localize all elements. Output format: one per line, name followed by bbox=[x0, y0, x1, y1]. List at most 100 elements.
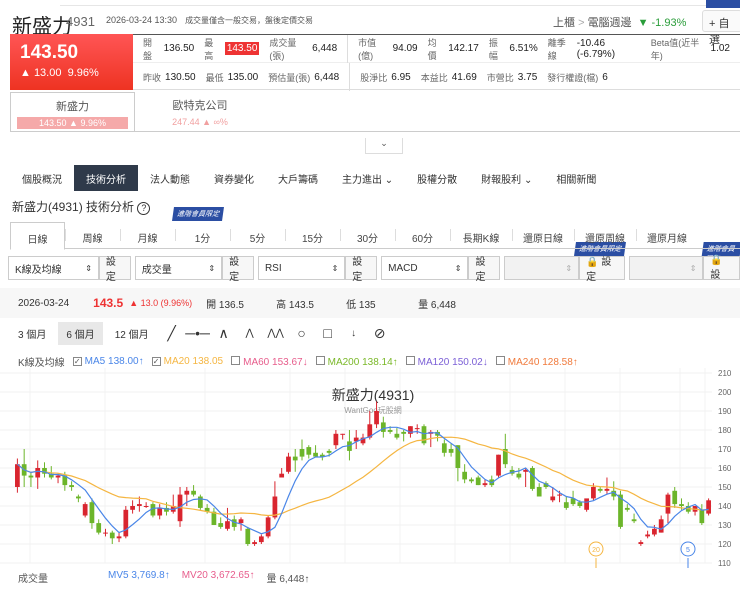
industry-link[interactable]: 電腦週邊 bbox=[588, 17, 632, 29]
trendline-tool-icon[interactable]: ╱ bbox=[161, 323, 183, 343]
collapse-button[interactable]: ⌄ bbox=[365, 138, 403, 154]
period-tab[interactable]: 長期K線 bbox=[450, 222, 512, 248]
timestamp: 2026-03-24 13:30 成交量僅含一般交易，盤後定價交易 bbox=[106, 15, 313, 26]
checkbox[interactable] bbox=[405, 355, 415, 365]
ma-toggle[interactable]: MA120 150.02↓ bbox=[405, 355, 488, 368]
nav-tab[interactable]: 法人動態 bbox=[138, 165, 202, 191]
candle-body bbox=[35, 468, 41, 478]
rectangle-tool-icon[interactable]: □ bbox=[317, 323, 339, 343]
indicator-select[interactable]: 成交量 ⇕ bbox=[134, 256, 223, 280]
period-tab[interactable]: 5分 bbox=[230, 222, 285, 248]
stat-label: 振幅 bbox=[488, 37, 498, 61]
compare-card-peer[interactable]: 歐特克公司 247.44 ▲ ∞% bbox=[135, 92, 265, 132]
nav-tab[interactable]: 主力進出 ⌄ bbox=[330, 165, 405, 191]
nav-tab[interactable]: 相關新聞 bbox=[544, 165, 608, 191]
candle-body bbox=[333, 433, 339, 446]
ma-value: MA5 138.00↑ bbox=[84, 356, 144, 367]
angle-tool-icon[interactable]: ∧ bbox=[213, 323, 235, 343]
period-tab[interactable]: 還原日線 bbox=[512, 222, 574, 248]
candle-body bbox=[557, 494, 562, 496]
settings-button[interactable]: 🔒 設 bbox=[703, 255, 740, 281]
stat-value: 6.95 bbox=[391, 71, 411, 83]
stock-code: 4931 bbox=[66, 14, 95, 29]
candle-body bbox=[380, 422, 386, 432]
add-watchlist-button[interactable]: + 自選 bbox=[702, 10, 740, 46]
period-tab[interactable]: 30分 bbox=[340, 222, 395, 248]
horizontal-line-tool-icon[interactable]: ─•─ bbox=[185, 323, 210, 343]
ma-toggle[interactable]: ✓ MA5 138.00↑ bbox=[72, 356, 144, 367]
y-tick-label: 120 bbox=[718, 540, 732, 549]
stat-label: 股淨比 bbox=[360, 72, 388, 83]
stat-label: 預估量(張) bbox=[268, 72, 311, 83]
login-badge[interactable] bbox=[706, 0, 740, 8]
select-arrow-icon: ⇕ bbox=[331, 263, 339, 273]
nav-tab[interactable]: 大戶籌碼 bbox=[266, 165, 330, 191]
nav-tab[interactable]: 技術分析 bbox=[74, 165, 138, 191]
y-tick-label: 190 bbox=[718, 407, 732, 416]
abcd-pattern-tool-icon[interactable]: ⋀⋀ bbox=[265, 323, 287, 343]
checkbox[interactable]: ✓ bbox=[151, 357, 161, 366]
settings-button[interactable]: 設定 bbox=[98, 256, 131, 283]
candlestick-chart[interactable]: 110 120 130 140 150 160 170 180 190 200 210 新盛力(493… bbox=[0, 368, 740, 568]
period-tab[interactable]: 日線 bbox=[10, 222, 65, 250]
compare-card-self[interactable]: 新盛力 143.50 ▲ 9.96% bbox=[10, 92, 135, 132]
settings-button[interactable]: 🔒 設定 bbox=[579, 256, 625, 283]
indicator-selects: K線及均線 ⇕ 設定 成交量 ⇕ 設定 RSI ⇕ 設定 MACD ⇕ 設定 ⇕ 🔒 設定 ⇕ 🔒 設 bbox=[8, 255, 740, 283]
select-value: MACD bbox=[388, 262, 418, 274]
period-tab[interactable]: 月線 bbox=[120, 222, 175, 248]
nav-tab[interactable]: 資券變化 bbox=[202, 165, 266, 191]
period-tab[interactable]: 還原周線 bbox=[574, 222, 636, 248]
checkbox[interactable] bbox=[495, 355, 505, 365]
period-tab[interactable]: 1分 bbox=[175, 222, 230, 248]
candle-body bbox=[191, 490, 196, 495]
checkbox[interactable] bbox=[231, 355, 241, 365]
circle-tool-icon[interactable]: ○ bbox=[291, 323, 313, 343]
indicator-select[interactable]: RSI ⇕ bbox=[257, 256, 346, 280]
candle-body bbox=[482, 483, 488, 486]
indicator-select[interactable]: ⇕ bbox=[504, 256, 580, 280]
candle-body bbox=[441, 443, 447, 453]
ma-toggle[interactable]: MA240 128.58↑ bbox=[495, 355, 578, 368]
candle-body bbox=[340, 433, 346, 435]
candle-body bbox=[645, 534, 650, 537]
range-6m[interactable]: 6 個月 bbox=[58, 321, 103, 345]
range-3m[interactable]: 3 個月 bbox=[10, 322, 54, 345]
ma-toggle[interactable]: ✓ MA20 138.05 bbox=[151, 356, 223, 367]
settings-button[interactable]: 設定 bbox=[468, 256, 501, 283]
volume-legend: 成交量 MV5 3,769.8↑ MV20 3,672.65↑ 量 6,448↑ bbox=[18, 570, 309, 585]
settings-button[interactable]: 設定 bbox=[222, 256, 254, 283]
candle-body bbox=[279, 473, 285, 478]
period-tab[interactable]: 周線 bbox=[65, 222, 120, 248]
ma-value: MA240 128.58↑ bbox=[507, 356, 578, 368]
period-tab[interactable]: 15分 bbox=[285, 222, 340, 248]
settings-button[interactable]: 設定 bbox=[345, 256, 378, 283]
nav-tab[interactable]: 個股概況 bbox=[10, 165, 74, 191]
indicator-select[interactable]: ⇕ bbox=[628, 256, 704, 280]
info-high: 高 143.5 bbox=[276, 299, 314, 311]
market-link[interactable]: 上櫃 bbox=[553, 17, 575, 29]
range-12m[interactable]: 12 個月 bbox=[107, 322, 157, 345]
candle-body bbox=[326, 450, 332, 453]
text-tool-icon[interactable]: ↓ bbox=[343, 323, 365, 343]
hide-drawings-icon[interactable]: ⊘ bbox=[369, 323, 391, 343]
price-box: 143.50 ▲ 13.00 9.96% bbox=[10, 34, 133, 90]
checkbox[interactable] bbox=[315, 355, 325, 365]
nav-tab[interactable]: 股權分散 bbox=[405, 165, 469, 191]
period-tab[interactable]: 還原月線 bbox=[636, 222, 698, 248]
abc-pattern-tool-icon[interactable]: ⋀ bbox=[239, 323, 261, 343]
indicator-select[interactable]: MACD ⇕ bbox=[381, 256, 469, 280]
select-value: K線及均線 bbox=[15, 264, 62, 276]
help-icon[interactable]: ? bbox=[137, 202, 151, 215]
breadcrumb-separator: > bbox=[578, 17, 585, 29]
ma-toggle[interactable]: MA200 138.14↑ bbox=[315, 355, 398, 368]
indicator-select[interactable]: K線及均線 ⇕ bbox=[8, 256, 99, 280]
candle-body bbox=[89, 502, 95, 524]
checkbox[interactable]: ✓ bbox=[72, 357, 82, 366]
ma-value: MA60 153.67↓ bbox=[243, 356, 308, 368]
watermark: WantGoo玩股網 bbox=[344, 405, 402, 415]
nav-tab[interactable]: 財報股利 ⌄ bbox=[469, 165, 544, 191]
ma-toggle[interactable]: MA60 153.67↓ bbox=[231, 355, 308, 368]
info-change: ▲ 13.0 (9.96%) bbox=[129, 298, 193, 308]
period-tab[interactable]: 60分 bbox=[395, 222, 450, 248]
ma-value: MA120 150.02↓ bbox=[417, 356, 488, 368]
